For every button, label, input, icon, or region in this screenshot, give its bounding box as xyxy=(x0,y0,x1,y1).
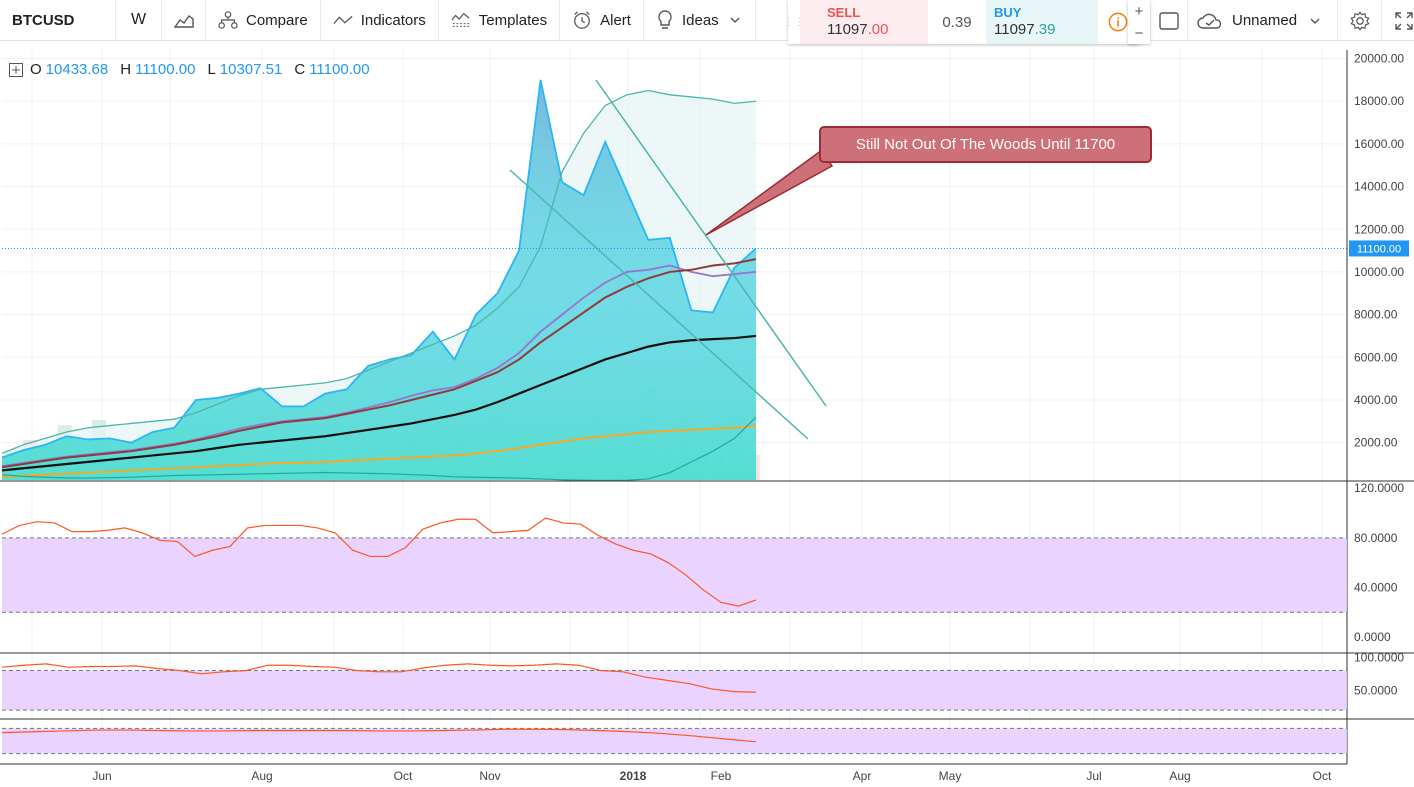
y-tick-label: 16000.00 xyxy=(1354,137,1404,151)
oscillator-tick-label: 120.0000 xyxy=(1354,481,1404,495)
oscillator-band xyxy=(2,537,1347,613)
sell-price-tail: .00 xyxy=(867,21,889,38)
x-tick-label: Apr xyxy=(853,769,872,783)
buy-label: BUY xyxy=(994,5,1022,20)
cloud-icon xyxy=(1196,11,1224,31)
alert-label: Alert xyxy=(600,11,631,29)
ideas-button[interactable]: Ideas xyxy=(644,0,756,41)
area-chart-icon xyxy=(173,10,194,30)
minus-icon[interactable]: − xyxy=(1135,25,1144,42)
interval-label: W xyxy=(130,11,147,28)
oscillator-band xyxy=(2,670,1347,711)
close-value: 11100.00 xyxy=(309,61,370,78)
square-icon xyxy=(1158,11,1179,31)
y-tick-label: 14000.00 xyxy=(1354,180,1404,194)
y-tick-label: 12000.00 xyxy=(1354,222,1404,236)
trade-widget: ⋮⋮ SELL 11097.00 0.39 BUY 11097.39 xyxy=(784,0,1138,44)
right-toolbar: Unnamed xyxy=(1150,0,1414,41)
x-tick-label: Feb xyxy=(711,769,732,783)
buy-price: 11097.39 xyxy=(994,21,1098,38)
symbol-search[interactable]: BTCUSD xyxy=(0,0,116,41)
info-icon xyxy=(1108,12,1128,32)
x-tick-label: Jul xyxy=(1086,769,1101,783)
low-value: 10307.51 xyxy=(219,61,283,78)
compare-icon xyxy=(218,10,238,30)
open-value: 10433.68 xyxy=(45,61,109,78)
y-tick-label: 10000.00 xyxy=(1354,265,1404,279)
x-tick-label: 2018 xyxy=(620,769,647,783)
fullscreen-box-button[interactable] xyxy=(1150,0,1188,41)
ideas-label: Ideas xyxy=(681,11,719,29)
buy-button[interactable]: BUY 11097.39 xyxy=(986,0,1098,44)
oscillator-tick-label: 80.0000 xyxy=(1354,531,1398,545)
drag-handle-icon[interactable]: ⋮⋮ xyxy=(784,0,804,44)
price-chart[interactable]: 11100.00 20000.00 18000.00 16000.00 14000.00… xyxy=(0,41,1414,787)
x-tick-label: Oct xyxy=(1313,769,1332,783)
layout-button[interactable]: Unnamed xyxy=(1188,0,1338,41)
indicators-icon xyxy=(333,10,353,30)
x-tick-label: May xyxy=(939,769,962,783)
layout-name: Unnamed xyxy=(1232,12,1298,29)
indicators-button[interactable]: Indicators xyxy=(321,0,439,41)
high-label: H xyxy=(120,61,132,78)
plus-icon[interactable]: + xyxy=(1135,3,1144,20)
lightbulb-icon xyxy=(656,10,674,30)
expand-icon xyxy=(1394,11,1414,31)
alert-button[interactable]: Alert xyxy=(560,0,644,41)
sell-price: 11097.00 xyxy=(827,21,928,38)
templates-button[interactable]: Templates xyxy=(439,0,561,41)
gear-icon xyxy=(1349,10,1370,31)
indicators-label: Indicators xyxy=(360,11,426,29)
y-tick-label: 2000.00 xyxy=(1354,436,1398,450)
last-price-label: 11100.00 xyxy=(1357,243,1401,255)
annotation-callout[interactable]: Still Not Out Of The Woods Until 11700 xyxy=(819,126,1152,163)
interval-button[interactable]: W xyxy=(116,0,162,41)
oscillator-band xyxy=(2,728,1347,754)
alarm-clock-icon xyxy=(572,10,592,30)
oscillator-tick-label: 40.0000 xyxy=(1354,580,1398,594)
compare-button[interactable]: Compare xyxy=(206,0,321,41)
qty-stepper: + − xyxy=(1128,0,1150,44)
symbol-label: BTCUSD xyxy=(12,11,75,29)
y-tick-label: 4000.00 xyxy=(1354,393,1398,407)
y-tick-label: 8000.00 xyxy=(1354,308,1398,322)
oscillator-tick-label: 100.0000 xyxy=(1354,650,1404,664)
settings-button[interactable] xyxy=(1338,0,1382,41)
chevron-down-icon xyxy=(1305,11,1325,31)
sell-button[interactable]: SELL 11097.00 xyxy=(800,0,928,44)
high-value: 11100.00 xyxy=(135,61,196,78)
x-tick-label: Jun xyxy=(92,769,111,783)
x-tick-label: Aug xyxy=(1169,769,1190,783)
sell-price-main: 11097 xyxy=(827,21,868,38)
low-label: L xyxy=(207,61,216,78)
x-tick-label: Nov xyxy=(479,769,500,783)
chevron-down-icon xyxy=(727,10,743,30)
y-tick-label: 6000.00 xyxy=(1354,350,1398,364)
x-tick-label: Oct xyxy=(394,769,413,783)
oscillator-tick-label: 0.0000 xyxy=(1354,630,1391,644)
templates-label: Templates xyxy=(478,11,548,29)
chart-type-button[interactable] xyxy=(162,0,206,41)
close-label: C xyxy=(294,61,306,78)
buy-price-main: 11097 xyxy=(994,21,1035,38)
x-tick-label: Aug xyxy=(251,769,272,783)
templates-icon xyxy=(451,10,471,30)
y-tick-label: 18000.00 xyxy=(1354,94,1404,108)
ohlc-legend: O 10433.68 H 11100.00 L 10307.51 C 11100.00 xyxy=(8,61,370,78)
compare-label: Compare xyxy=(246,11,308,29)
sell-label: SELL xyxy=(827,5,861,20)
y-tick-label: 20000.00 xyxy=(1354,52,1404,66)
open-label: O xyxy=(30,61,42,78)
buy-price-tail: .39 xyxy=(1034,21,1056,38)
spread-value: 0.39 xyxy=(942,13,972,31)
fullscreen-button[interactable] xyxy=(1382,0,1414,41)
oscillator-tick-label: 50.0000 xyxy=(1354,683,1398,697)
collapse-legend-icon[interactable] xyxy=(8,62,24,78)
